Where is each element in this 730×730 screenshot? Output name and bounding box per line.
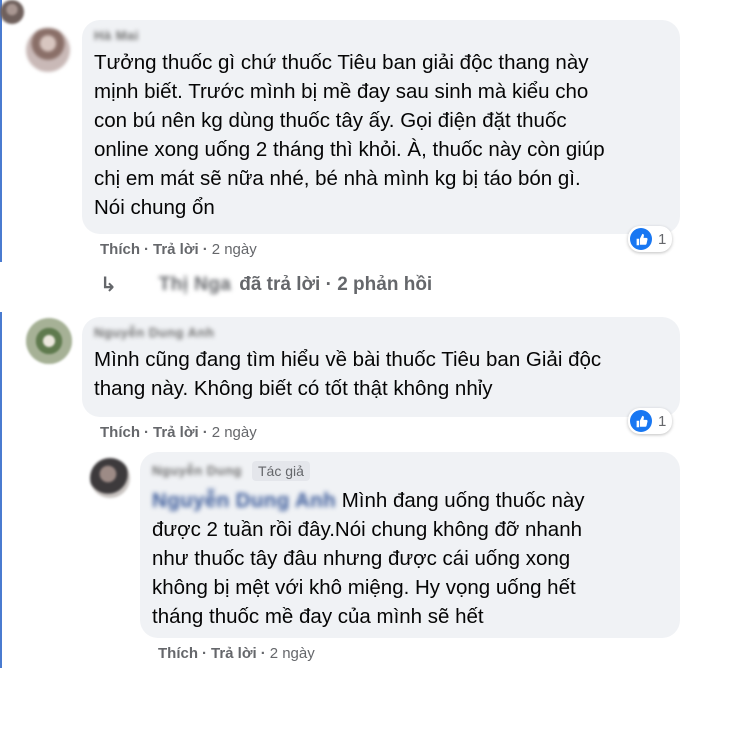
reply-avatar[interactable] (0, 0, 24, 24)
comment-text: Mình cũng đang tìm hiểu về bài thuốc Tiê… (94, 348, 602, 400)
mention-link[interactable]: Nguyễn Dung Anh (152, 489, 336, 512)
separator: · (202, 424, 208, 441)
separator: · (260, 645, 266, 662)
view-replies-link[interactable]: ↳ Thị Nga đã trả lời · 2 phản hồi (100, 272, 432, 297)
reply-actions: Thích · Trả lời · 2 ngày (158, 645, 315, 662)
avatar[interactable] (26, 318, 72, 364)
comment-bubble: Hà Mai Tưởng thuốc gì chứ thuốc Tiêu ban… (82, 20, 680, 234)
reply-bubble: Nguyễn Dung Tác giả Nguyễn Dung Anh Mình… (140, 452, 680, 638)
comment-bubble: Nguyễn Dung Anh Mình cũng đang tìm hiểu … (82, 317, 680, 417)
thread-line-left-2 (0, 312, 2, 668)
comment-author[interactable]: Nguyễn Dung Anh (94, 325, 668, 341)
reply-text: Nguyễn Dung Anh Mình đang uống thuốc này… (152, 486, 668, 631)
like-link[interactable]: Thích (100, 424, 140, 441)
comment-actions: Thích · Trả lời · 2 ngày (100, 241, 257, 258)
separator: · (144, 424, 149, 441)
separator: · (144, 241, 149, 258)
reaction-count: 1 (658, 412, 667, 430)
avatar[interactable] (90, 458, 130, 498)
comment-text: Tưởng thuốc gì chứ thuốc Tiêu ban giải đ… (94, 51, 605, 219)
reply-link[interactable]: Trả lời (153, 241, 199, 258)
like-link[interactable]: Thích (158, 645, 198, 662)
reply-author-row: Nguyễn Dung Tác giả (152, 460, 668, 482)
thread-line-left (0, 0, 2, 262)
thumbs-up-icon (630, 228, 652, 250)
comment-time[interactable]: 2 ngày (212, 241, 257, 258)
comment-author[interactable]: Hà Mai (94, 28, 668, 44)
reply-arrow-icon: ↳ (100, 274, 117, 296)
reply-time[interactable]: 2 ngày (270, 645, 315, 662)
reply-link[interactable]: Trả lời (153, 424, 199, 441)
comment-actions: Thích · Trả lời · 2 ngày (100, 424, 257, 441)
avatar[interactable] (26, 28, 70, 72)
like-link[interactable]: Thích (100, 241, 140, 258)
reaction-badge[interactable]: 1 (628, 226, 673, 252)
separator: · (202, 241, 208, 258)
reply-link[interactable]: Trả lời (211, 645, 257, 662)
comment-time[interactable]: 2 ngày (212, 424, 257, 441)
reply-author-name: Thị Nga (158, 273, 232, 295)
thumbs-up-icon (630, 410, 652, 432)
author-badge: Tác giả (252, 461, 310, 481)
replies-summary-text: đã trả lời · 2 phản hồi (239, 273, 433, 295)
reply-author[interactable]: Nguyễn Dung (152, 463, 242, 479)
separator: · (202, 645, 207, 662)
reaction-count: 1 (658, 230, 667, 248)
reaction-badge[interactable]: 1 (628, 408, 673, 434)
